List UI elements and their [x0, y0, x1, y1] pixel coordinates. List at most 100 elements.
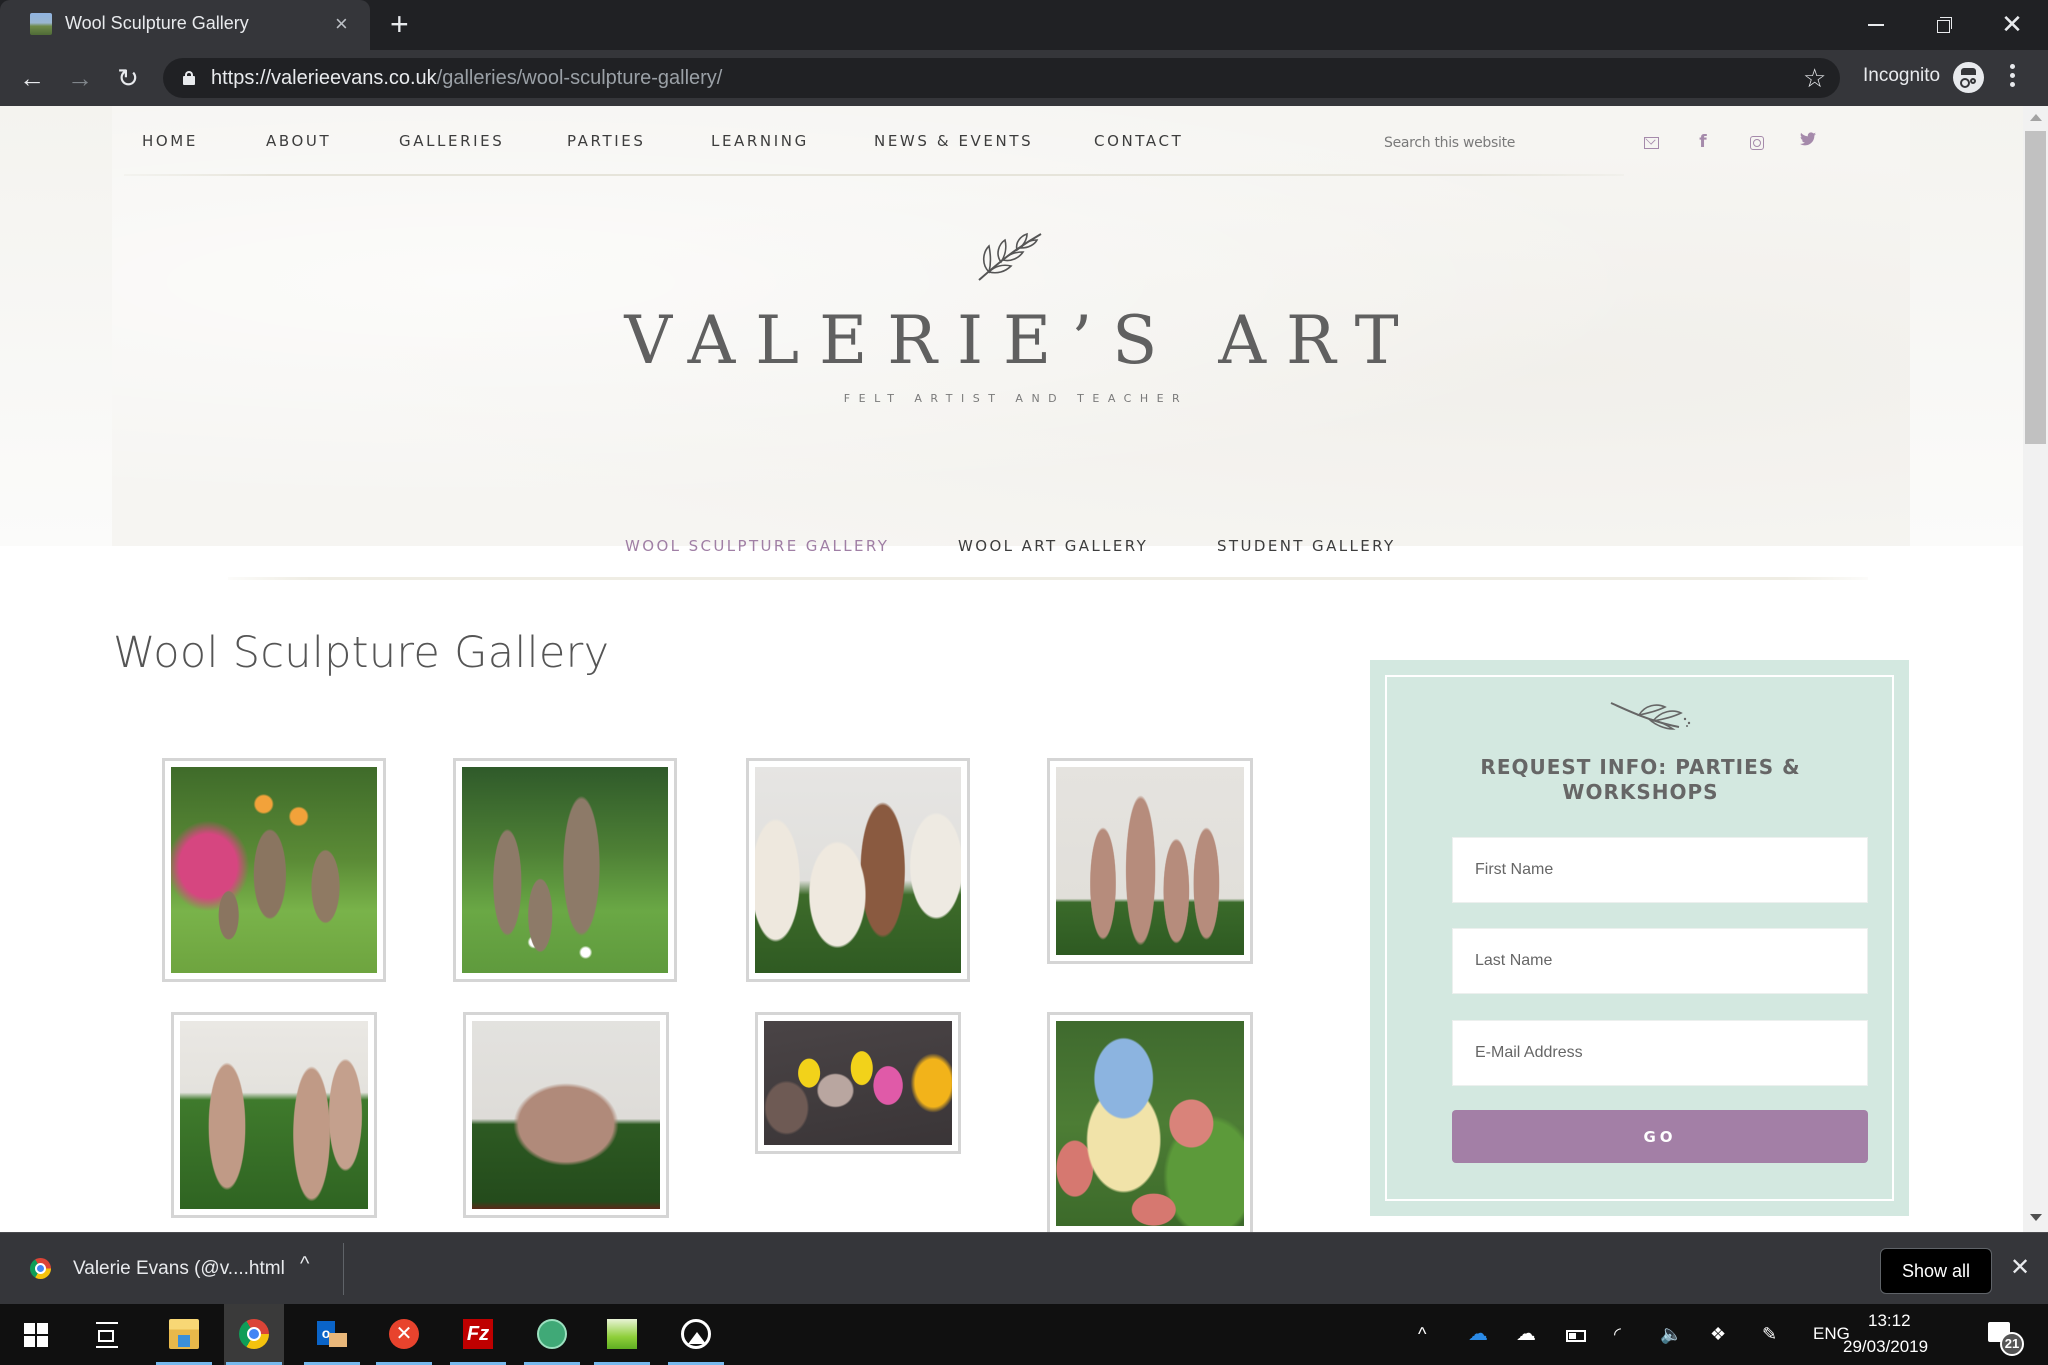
chrome-icon: [239, 1319, 269, 1349]
address-bar[interactable]: https://valerieevans.co.uk/galleries/woo…: [163, 58, 1840, 98]
task-view-icon[interactable]: [96, 1322, 118, 1348]
go-submit-button[interactable]: GO: [1452, 1110, 1868, 1163]
subnav-wool-art-gallery[interactable]: WOOL ART GALLERY: [958, 537, 1148, 555]
scroll-down-arrow-icon[interactable]: [2030, 1214, 2042, 1221]
scrollbar-thumb[interactable]: [2025, 131, 2046, 444]
dropbox-icon[interactable]: ❖: [1710, 1322, 1726, 1346]
gallery-image-blue-tit: [1056, 1021, 1244, 1226]
url-text[interactable]: https://valerieevans.co.uk/galleries/woo…: [211, 67, 722, 90]
form-title-line1: REQUEST INFO: PARTIES &: [1480, 755, 1801, 779]
gallery-thumbnail[interactable]: [171, 1012, 377, 1218]
subnav-divider: [228, 577, 1868, 580]
url-host: https://valerieevans.co.uk: [211, 67, 437, 89]
gallery-thumbnail[interactable]: [1047, 1012, 1253, 1232]
last-name-input[interactable]: [1452, 928, 1868, 994]
gallery-thumbnail[interactable]: [453, 758, 677, 982]
lock-icon[interactable]: [183, 71, 195, 85]
outlook-icon: o: [317, 1319, 347, 1349]
windows-start-icon[interactable]: [24, 1323, 48, 1347]
notification-count-badge: 21: [2000, 1332, 2024, 1356]
new-tab-button[interactable]: +: [390, 6, 409, 42]
gallery-image-hare-family: [1056, 767, 1244, 955]
nav-learning[interactable]: LEARNING: [711, 132, 809, 150]
clock-time[interactable]: 13:12: [1868, 1311, 1911, 1331]
taskbar-outlook[interactable]: o: [302, 1304, 362, 1365]
incognito-icon[interactable]: [1953, 62, 1984, 93]
download-divider: [343, 1243, 344, 1295]
email-input[interactable]: [1452, 1020, 1868, 1086]
taskbar-chrome[interactable]: [224, 1304, 284, 1365]
taskbar-xmind[interactable]: ✕: [374, 1304, 434, 1365]
gallery-image-hares-daisies: [462, 767, 668, 973]
close-download-bar-icon[interactable]: ✕: [2010, 1253, 2030, 1282]
browser-toolbar: ← → ↻ https://valerieevans.co.uk/galleri…: [0, 50, 2048, 106]
forward-arrow-icon[interactable]: →: [64, 62, 96, 94]
gallery-thumbnail[interactable]: [162, 758, 386, 982]
back-arrow-icon[interactable]: ←: [16, 62, 48, 94]
tray-overflow-chevron-icon[interactable]: ^: [1418, 1322, 1426, 1346]
window-restore-button[interactable]: [1924, 6, 1964, 42]
url-path: /galleries/wool-sculpture-gallery/: [436, 67, 723, 89]
browser-tab-strip: Wool Sculpture Gallery × + ✕: [0, 0, 2048, 50]
instagram-icon[interactable]: [1746, 132, 1766, 152]
battery-icon[interactable]: [1566, 1322, 1586, 1346]
gallery-thumbnail[interactable]: [463, 1012, 669, 1218]
onedrive-blue-icon[interactable]: ☁: [1468, 1322, 1488, 1346]
taskbar-filezilla[interactable]: Fz: [448, 1304, 508, 1365]
wifi-icon[interactable]: ◜: [1614, 1322, 1621, 1346]
site-search-input[interactable]: [1384, 128, 1644, 158]
download-file-name[interactable]: Valerie Evans (@v....html: [73, 1258, 285, 1280]
taskbar-notepadpp[interactable]: [592, 1304, 652, 1365]
email-icon[interactable]: [1641, 132, 1661, 152]
browser-tab-active[interactable]: Wool Sculpture Gallery ×: [0, 0, 370, 50]
gallery-thumbnail[interactable]: [755, 1012, 961, 1154]
first-name-input[interactable]: [1452, 837, 1868, 903]
bookmark-star-icon[interactable]: ☆: [1803, 62, 1826, 94]
nav-galleries[interactable]: GALLERIES: [399, 132, 504, 150]
site-title[interactable]: VALERIE’S ART: [0, 302, 2023, 379]
nav-contact[interactable]: CONTACT: [1094, 132, 1183, 150]
subnav-student-gallery[interactable]: STUDENT GALLERY: [1217, 537, 1396, 555]
nav-home[interactable]: HOME: [142, 132, 198, 150]
tab-close-icon[interactable]: ×: [335, 10, 348, 38]
taskbar-photos[interactable]: [666, 1304, 726, 1365]
incognito-label: Incognito: [1863, 65, 1941, 86]
page-title: Wool Sculpture Gallery: [113, 628, 610, 678]
taskbar-atom[interactable]: [522, 1304, 582, 1365]
nav-parties[interactable]: PARTIES: [567, 132, 645, 150]
site-tagline: FELT ARTIST AND TEACHER: [843, 392, 1189, 405]
gallery-image-hare-group: [472, 1021, 660, 1209]
window-close-button[interactable]: ✕: [1992, 6, 2032, 42]
leaf-icon: [1610, 702, 1691, 730]
clock-date[interactable]: 29/03/2019: [1843, 1337, 1928, 1357]
tab-title: Wool Sculpture Gallery: [65, 13, 249, 33]
pen-icon[interactable]: ✎: [1762, 1322, 1777, 1346]
taskbar-file-explorer[interactable]: [154, 1304, 214, 1365]
red-x-app-icon: ✕: [389, 1319, 419, 1349]
filezilla-icon: Fz: [463, 1319, 493, 1349]
page-scrollbar[interactable]: [2023, 106, 2048, 1232]
leaf-logo-icon: [978, 232, 1042, 281]
twitter-icon[interactable]: [1798, 132, 1818, 152]
facebook-icon[interactable]: f: [1693, 132, 1713, 152]
gallery-image-chicks: [764, 1021, 952, 1145]
nav-news-events[interactable]: NEWS & EVENTS: [874, 132, 1033, 150]
download-shelf: Valerie Evans (@v....html ^ Show all ✕: [0, 1232, 2048, 1304]
form-title: REQUEST INFO: PARTIES & WORKSHOPS: [1387, 755, 1894, 805]
show-all-button[interactable]: Show all: [1880, 1248, 1992, 1294]
page-viewport: HOME ABOUT GALLERIES PARTIES LEARNING NE…: [0, 106, 2023, 1232]
windows-taskbar: o ✕ Fz ^ ☁ ☁ ◜ 🔈 ❖ ✎ ENG 13:12 29/03/201…: [0, 1304, 2048, 1365]
nav-about[interactable]: ABOUT: [266, 132, 331, 150]
gallery-thumbnail[interactable]: [1047, 758, 1253, 964]
scroll-up-arrow-icon[interactable]: [2030, 114, 2042, 121]
window-minimize-button[interactable]: [1856, 6, 1896, 42]
site-favicon-icon: [30, 13, 52, 35]
subnav-wool-sculpture-gallery[interactable]: WOOL SCULPTURE GALLERY: [625, 537, 889, 555]
form-title-line2: WORKSHOPS: [1562, 780, 1719, 804]
volume-icon[interactable]: 🔈: [1660, 1322, 1682, 1346]
browser-menu-icon[interactable]: [2008, 64, 2016, 92]
onedrive-white-icon[interactable]: ☁: [1516, 1322, 1536, 1346]
reload-icon[interactable]: ↻: [112, 62, 144, 94]
gallery-thumbnail[interactable]: [746, 758, 970, 982]
chevron-up-icon[interactable]: ^: [300, 1253, 309, 1276]
